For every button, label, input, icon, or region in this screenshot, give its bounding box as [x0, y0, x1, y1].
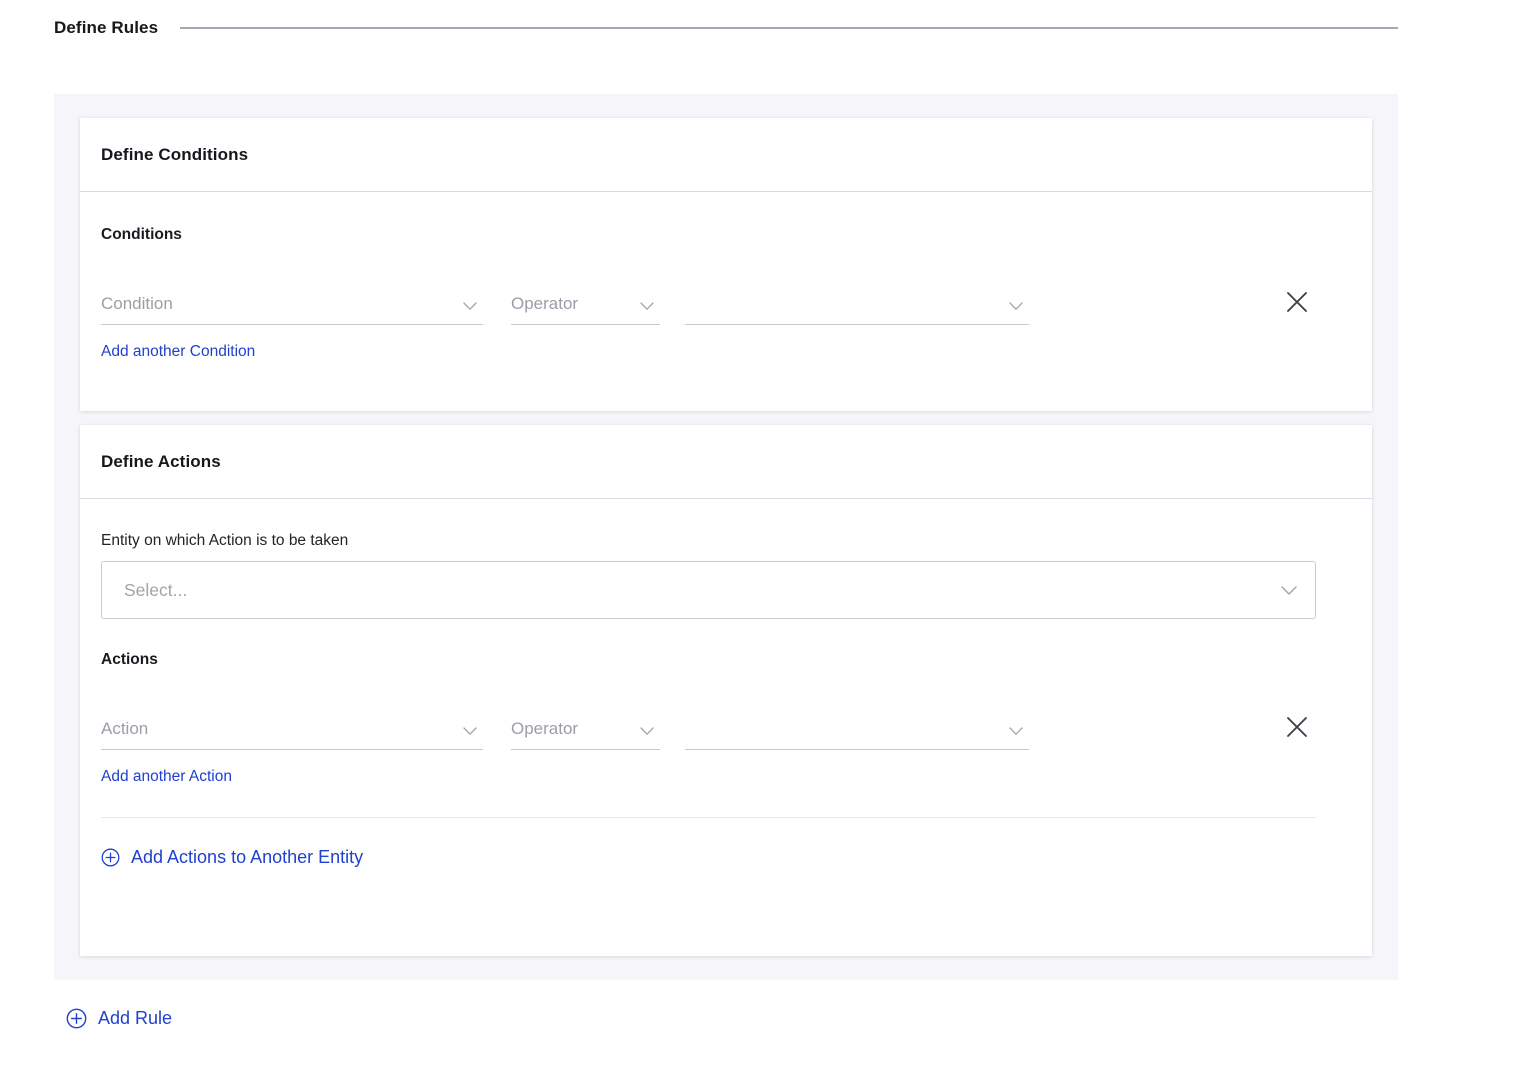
condition-row: Condition Operator	[101, 269, 1351, 325]
condition-operator-select[interactable]: Operator	[511, 283, 660, 325]
entity-select-placeholder: Select...	[124, 579, 188, 600]
define-conditions-card: Define Conditions Conditions Condition O…	[80, 118, 1372, 411]
define-conditions-body: Conditions Condition Operator Add anothe…	[80, 192, 1372, 361]
define-conditions-title: Define Conditions	[101, 144, 249, 164]
section-header: Define Rules	[54, 14, 1398, 42]
condition-select-placeholder: Condition	[101, 293, 173, 313]
add-actions-to-another-entity-label: Add Actions to Another Entity	[131, 847, 364, 867]
plus-circle-icon	[66, 1008, 87, 1029]
close-icon	[1287, 292, 1307, 312]
plus-circle-icon	[101, 848, 120, 867]
add-rule-button[interactable]: Add Rule	[66, 1008, 172, 1029]
entity-field-label: Entity on which Action is to be taken	[101, 532, 349, 549]
action-row: Action Operator	[101, 694, 1351, 750]
add-another-action-link[interactable]: Add another Action	[101, 768, 232, 786]
define-conditions-header: Define Conditions	[80, 118, 1372, 192]
chevron-down-icon	[640, 302, 654, 310]
condition-value-select[interactable]	[685, 283, 1029, 325]
action-operator-placeholder: Operator	[511, 718, 579, 738]
remove-action-button[interactable]	[1283, 713, 1311, 741]
conditions-group-label: Conditions	[101, 226, 182, 243]
chevron-down-icon	[1009, 727, 1023, 735]
page-title: Define Rules	[54, 18, 159, 37]
action-value-select[interactable]	[685, 708, 1029, 750]
header-divider	[180, 27, 1398, 29]
chevron-down-icon	[640, 727, 654, 735]
chevron-down-icon	[1281, 586, 1297, 595]
add-another-condition-link[interactable]: Add another Condition	[101, 343, 255, 361]
add-actions-to-another-entity-button[interactable]: Add Actions to Another Entity	[101, 847, 363, 868]
add-rule-label: Add Rule	[98, 1008, 173, 1028]
action-select[interactable]: Action	[101, 708, 483, 750]
close-icon	[1287, 717, 1307, 737]
chevron-down-icon	[463, 302, 477, 310]
rule-panel: Define Conditions Conditions Condition O…	[54, 94, 1398, 980]
define-actions-body: Entity on which Action is to be taken Se…	[80, 499, 1372, 868]
condition-operator-placeholder: Operator	[511, 293, 579, 313]
define-actions-card: Define Actions Entity on which Action is…	[80, 425, 1372, 956]
actions-group-label: Actions	[101, 651, 158, 668]
action-select-placeholder: Action	[101, 718, 149, 738]
remove-condition-button[interactable]	[1283, 288, 1311, 316]
entity-select[interactable]: Select...	[101, 561, 1316, 619]
define-actions-header: Define Actions	[80, 425, 1372, 499]
define-actions-title: Define Actions	[101, 451, 221, 471]
chevron-down-icon	[463, 727, 477, 735]
actions-divider	[101, 817, 1316, 818]
chevron-down-icon	[1009, 302, 1023, 310]
condition-select[interactable]: Condition	[101, 283, 483, 325]
action-operator-select[interactable]: Operator	[511, 708, 660, 750]
